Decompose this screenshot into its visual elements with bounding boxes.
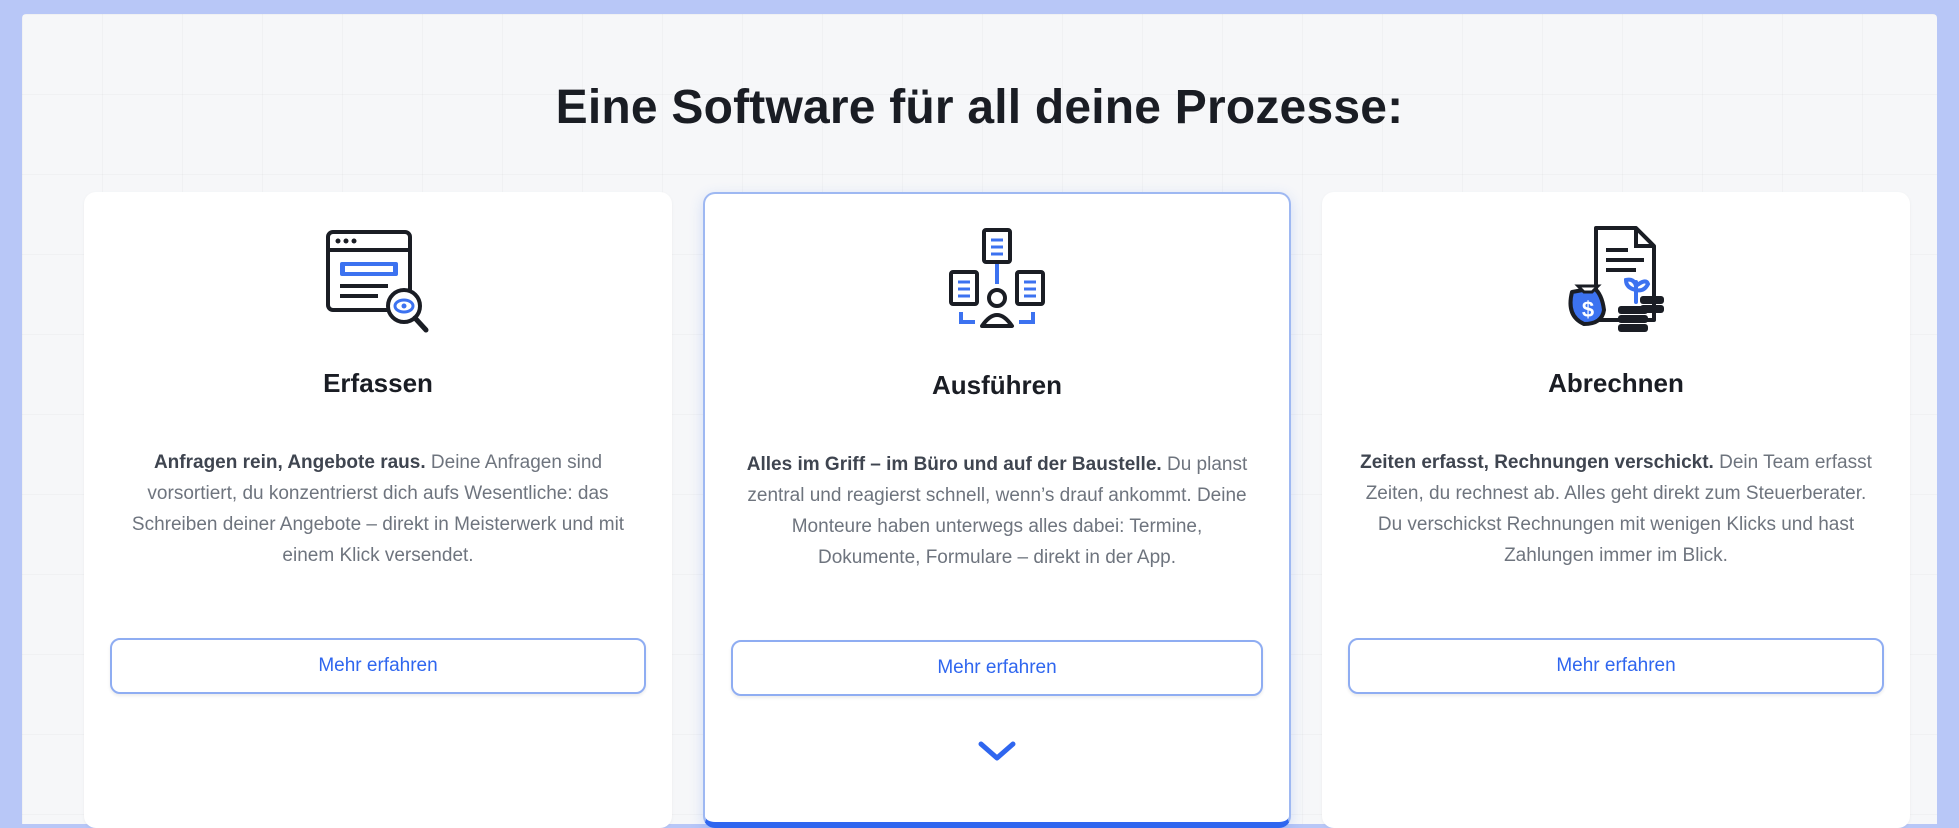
card-description: Zeiten erfasst, Rechnungen verschickt. D… bbox=[1360, 447, 1872, 571]
chevron-down-icon[interactable] bbox=[975, 736, 1019, 766]
feature-card-erfassen: Erfassen Anfragen rein, Angebote raus. D… bbox=[84, 192, 672, 828]
card-title: Erfassen bbox=[323, 368, 433, 398]
card-description: Alles im Griff – im Büro und auf der Bau… bbox=[743, 449, 1251, 573]
card-title: Abrechnen bbox=[1548, 368, 1684, 398]
mehr-erfahren-button-erfassen[interactable]: Mehr erfahren bbox=[110, 638, 646, 694]
card-description: Anfragen rein, Angebote raus. Deine Anfr… bbox=[122, 447, 634, 571]
svg-text:$: $ bbox=[1582, 297, 1594, 322]
feature-card-abrechnen: $ Abrechnen Zeiten erfasst, Rechnungen v… bbox=[1322, 192, 1910, 828]
invoice-money-icon: $ bbox=[1568, 226, 1664, 332]
browser-search-icon bbox=[326, 230, 429, 333]
mehr-erfahren-button-abrechnen[interactable]: Mehr erfahren bbox=[1348, 638, 1884, 694]
card-lead: Alles im Griff – im Büro und auf der Bau… bbox=[746, 454, 1162, 475]
features-section: Eine Software für all deine Prozesse: Er… bbox=[22, 14, 1937, 828]
team-documents-icon bbox=[949, 228, 1045, 328]
mehr-erfahren-button-ausfuehren[interactable]: Mehr erfahren bbox=[731, 640, 1263, 696]
section-title: Eine Software für all deine Prozesse: bbox=[555, 81, 1404, 134]
feature-card-ausfuehren: Ausführen Alles im Griff – im Büro und a… bbox=[703, 192, 1291, 828]
card-lead: Zeiten erfasst, Rechnungen verschickt. bbox=[1360, 452, 1714, 473]
card-lead: Anfragen rein, Angebote raus. bbox=[153, 452, 426, 473]
card-title: Ausführen bbox=[932, 370, 1062, 400]
